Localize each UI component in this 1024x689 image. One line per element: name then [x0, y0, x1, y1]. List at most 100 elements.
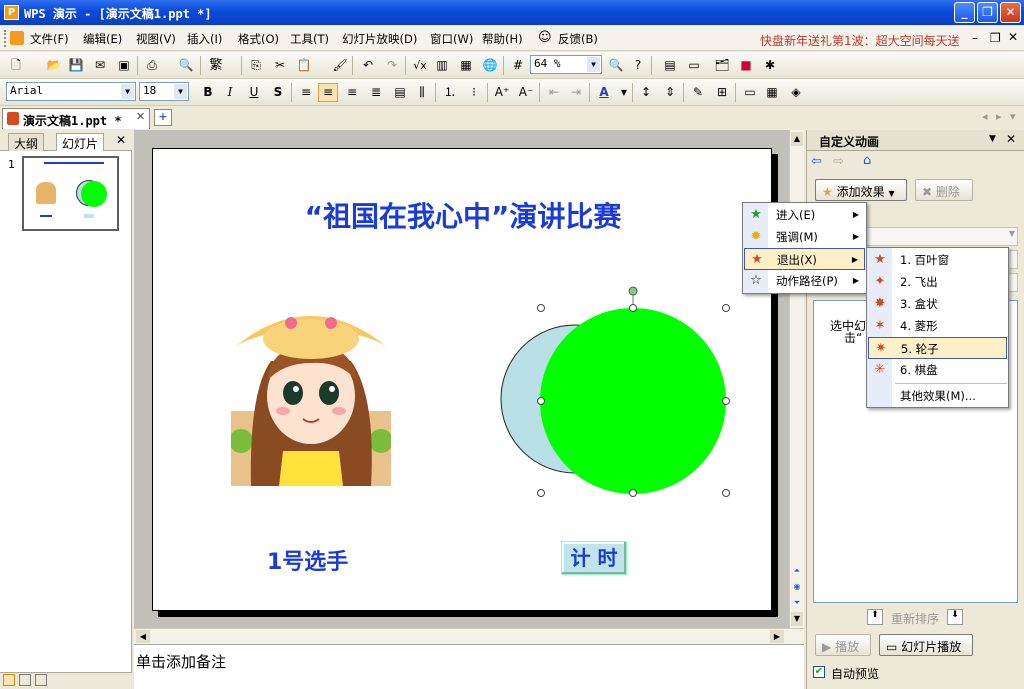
grow-font-icon[interactable]: A⁺ — [492, 83, 512, 102]
close-tab-icon[interactable]: ✕ — [136, 110, 145, 123]
contestant-picture[interactable] — [231, 301, 391, 486]
align-left-icon[interactable]: ≡ — [296, 83, 316, 102]
slide-thumbnail[interactable] — [22, 156, 119, 231]
home-icon[interactable]: ⌂ — [863, 153, 879, 169]
task-pane-icon[interactable]: ▤ — [660, 56, 680, 75]
paragraph-spacing-icon[interactable]: ⇕ — [660, 83, 680, 102]
next-slide-icon[interactable]: ⏷ — [791, 598, 803, 612]
print-preview-icon[interactable]: 🔍 — [176, 56, 196, 75]
doc-close-button[interactable]: ✕ — [1008, 30, 1018, 44]
scroll-right-icon[interactable]: ▶ — [770, 630, 784, 643]
tab-outline[interactable]: 大纲 — [8, 133, 45, 151]
grip-handle[interactable] — [4, 30, 7, 47]
save-icon[interactable]: 💾 — [66, 56, 86, 75]
font-color-icon[interactable]: A — [594, 83, 614, 102]
doc-restore-button[interactable]: ❐ — [990, 31, 1001, 45]
player-label[interactable]: 1号选手 — [267, 544, 348, 576]
new-icon[interactable]: 🗋 — [6, 56, 26, 75]
undo-icon[interactable]: ↶ — [358, 56, 378, 75]
bold-icon[interactable]: B — [198, 83, 218, 102]
close-pane-icon[interactable]: ✕ — [116, 133, 126, 147]
chevron-down-icon[interactable]: ▼ — [614, 83, 634, 102]
new-tab-button[interactable]: + — [154, 109, 172, 126]
grid-icon[interactable]: # — [508, 56, 528, 75]
slide-title[interactable]: “祖国在我心中”演讲比赛 — [153, 195, 773, 235]
chevron-down-icon[interactable]: ▼ — [121, 84, 134, 99]
traditional-chinese-icon[interactable]: 繁 — [206, 56, 226, 75]
tab-document[interactable]: 演示文稿1.ppt * — [2, 108, 150, 129]
promo-link[interactable]: 快盘新年送礼第1波：超大空间每天送 — [760, 32, 960, 49]
move-up-icon[interactable]: ⬆ — [867, 609, 883, 625]
doc-minimize-button[interactable]: – — [972, 31, 978, 45]
close-pane-icon[interactable]: ✕ — [1006, 132, 1016, 146]
menu-item-emphasis[interactable]: ✹ 强调(M) ▶ — [744, 226, 865, 248]
font-size-combo[interactable]: 18 ▼ — [139, 82, 189, 101]
animation-scheme-icon[interactable]: ✱ — [760, 56, 780, 75]
sorter-view-icon[interactable] — [19, 674, 31, 686]
distribute-icon[interactable]: ▤ — [390, 83, 410, 102]
hyperlink-icon[interactable]: 🌐 — [480, 56, 500, 75]
font-combo[interactable]: Arial ▼ — [6, 82, 136, 101]
exit-effect-fly-out[interactable]: ✦ 2. 飞出 — [868, 271, 1007, 293]
scroll-left-icon[interactable]: ◀ — [136, 630, 150, 643]
shrink-font-icon[interactable]: A⁻ — [516, 83, 536, 102]
chevron-down-icon[interactable]: ▼ — [587, 57, 600, 72]
new-slide-icon[interactable]: ⊞ — [712, 83, 732, 102]
background-icon[interactable]: ▭ — [740, 83, 760, 102]
help-icon[interactable]: ? — [628, 56, 648, 75]
underline-icon[interactable]: U — [244, 83, 264, 102]
slideshow-button[interactable]: ▭ 幻灯片播放 — [879, 634, 973, 656]
menu-insert[interactable]: 插入(I) — [187, 31, 222, 47]
app-menu-icon[interactable] — [10, 31, 24, 45]
zoom-icon[interactable]: 🔍 — [606, 56, 626, 75]
shadow-icon[interactable]: S — [268, 83, 288, 102]
zoom-combo[interactable]: 64 % ▼ — [530, 55, 602, 74]
menu-format[interactable]: 格式(O) — [238, 31, 279, 47]
menu-feedback[interactable]: 反馈(B) — [558, 31, 598, 47]
align-center-icon[interactable]: ≡ — [318, 83, 338, 102]
menu-item-exit[interactable]: ★ 退出(X) ▶ — [744, 248, 865, 270]
increase-indent-icon[interactable]: ⇥ — [566, 83, 586, 102]
chevron-down-icon[interactable]: ▼ — [174, 84, 187, 99]
chart-icon[interactable]: ▥ — [432, 56, 452, 75]
minimize-button[interactable]: _ — [954, 2, 975, 23]
restore-button[interactable]: ❐ — [977, 2, 998, 23]
tab-list-icon[interactable]: ▾ — [1010, 110, 1016, 123]
table-icon[interactable]: ▦ — [456, 56, 476, 75]
table-insert-icon[interactable]: ▦ — [762, 83, 782, 102]
line-spacing-icon[interactable]: ↕ — [636, 83, 656, 102]
add-effect-button[interactable]: ★ 添加效果 ▼ — [815, 179, 907, 201]
horizontal-scrollbar[interactable]: ◀ ▶ — [134, 628, 804, 644]
send-icon[interactable]: ✉ — [90, 56, 110, 75]
exit-effect-wheel[interactable]: ✷ 5. 轮子 — [868, 337, 1007, 359]
color-scheme-icon[interactable]: ■ — [736, 56, 756, 75]
exit-effect-diamond[interactable]: ✶ 4. 菱形 — [868, 315, 1007, 337]
menu-edit[interactable]: 编辑(E) — [83, 31, 122, 47]
timer-button[interactable]: 计 时 — [561, 541, 627, 575]
select-object-icon[interactable]: ◉ — [791, 582, 803, 596]
paste-icon[interactable]: 📋 — [294, 56, 314, 75]
exit-effect-blinds[interactable]: ★ 1. 百叶窗 — [868, 249, 1007, 271]
play-button[interactable]: ▶ 播放 — [815, 634, 871, 656]
more-effects[interactable]: 其他效果(M)... — [868, 385, 1007, 407]
align-right-icon[interactable]: ≡ — [342, 83, 362, 102]
slide[interactable]: “祖国在我心中”演讲比赛 1号选手 计 时 — [152, 148, 772, 611]
menu-window[interactable]: 窗口(W) — [430, 31, 473, 47]
justify-icon[interactable]: ≣ — [366, 83, 386, 102]
copy-icon[interactable]: ⎘ — [246, 56, 266, 75]
slideshow-view-icon[interactable] — [35, 674, 47, 686]
tab-scroll-right-icon[interactable]: ▸ — [996, 110, 1002, 123]
cut-icon[interactable]: ✂ — [270, 56, 290, 75]
format-painter-icon[interactable]: 🖌 — [330, 56, 350, 75]
bullets-icon[interactable]: ⁝ — [464, 83, 484, 102]
decrease-indent-icon[interactable]: ⇤ — [544, 83, 564, 102]
menu-tools[interactable]: 工具(T) — [290, 31, 329, 47]
equation-icon[interactable]: √x — [410, 56, 430, 75]
close-window-button[interactable]: ✕ — [1000, 2, 1021, 23]
forward-arrow-icon[interactable]: ⇨ — [833, 154, 849, 170]
open-icon[interactable]: 📂 — [44, 56, 64, 75]
print-icon[interactable]: ⎙ — [142, 56, 162, 75]
autopreview-checkbox[interactable]: ✔ — [813, 666, 825, 678]
scroll-up-icon[interactable]: ▲ — [791, 132, 803, 146]
menu-help[interactable]: 帮助(H) — [482, 31, 523, 47]
